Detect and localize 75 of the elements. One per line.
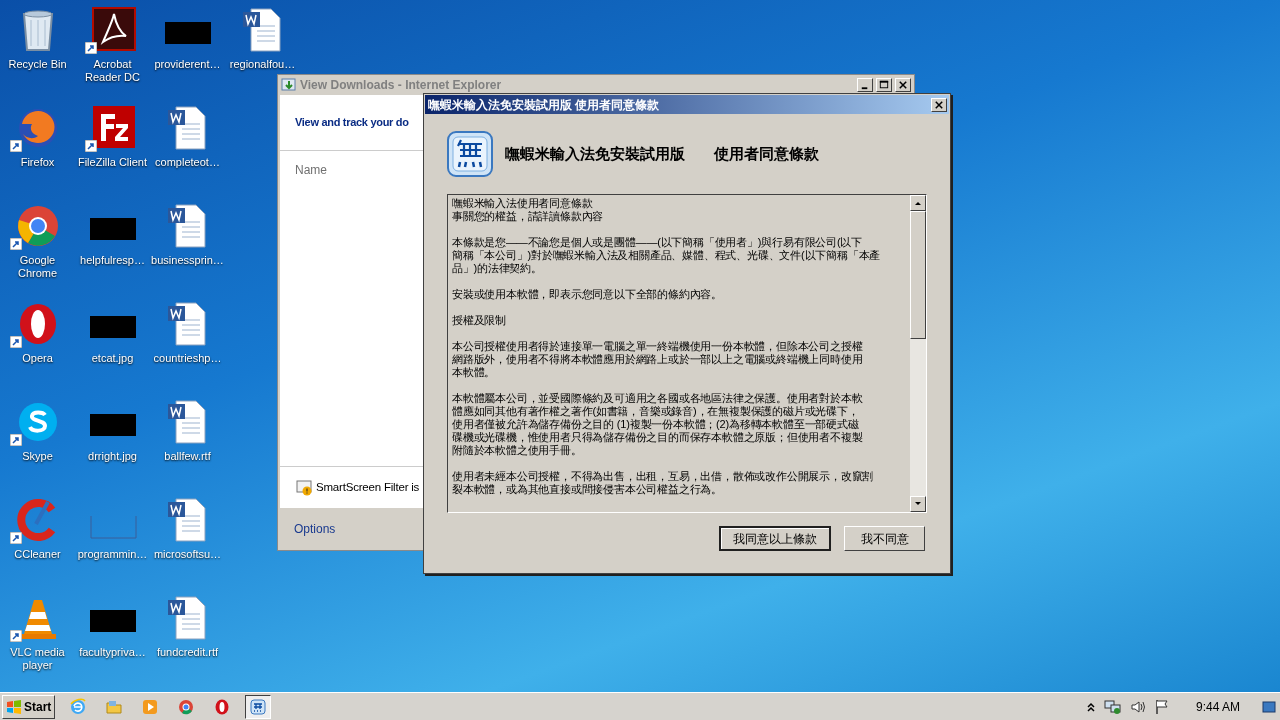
text-line: 網路版外，使用者不得將本軟體應用於網路上或於一部以上之電腦或終端機上同時使用 (452, 353, 864, 366)
text-line: 碟機或光碟機，惟使用者只得為儲存備份之目的而保存本軟體之原版；但使用者不複製 (452, 431, 864, 444)
dialog-heading: 嘸蝦米輸入法免安裝試用版 (505, 143, 685, 164)
icon-label[interactable]: ballfew.rtf (150, 450, 225, 463)
icon-label[interactable]: countrieshp… (150, 352, 225, 365)
dialog-heading: 使用者同意條款 (714, 143, 819, 164)
app-logo-icon (249, 697, 268, 716)
scroll-thumb[interactable] (910, 211, 926, 339)
text-line: 本條款是您——不論您是個人或是團體——(以下簡稱「使用者」)與行易有限公司(以下 (452, 236, 863, 249)
close-icon[interactable] (931, 97, 947, 112)
text-line: 附隨於本軟體之使用手冊。 (452, 444, 583, 457)
page-heading: View and track your do (295, 115, 409, 131)
text-line: 安裝或使用本軟體，即表示您同意以下全部的條約內容。 (452, 288, 723, 301)
icon-label[interactable]: programmin… (75, 548, 150, 561)
text-line: 使用者僅被允許為儲存備份之目的 (1)複製一份本軟體；(2)為移轉本軟體至一部硬式磁 (452, 418, 860, 431)
icon-label[interactable]: Acrobat Reader DC (75, 58, 150, 84)
flag-icon[interactable] (1153, 698, 1170, 715)
column-header: Name (295, 163, 327, 177)
icon-label[interactable]: completeot… (150, 156, 225, 169)
icon-label[interactable]: providerent… (150, 58, 225, 71)
text-line: 本軟體屬本公司，並受國際條約及可適用之各國或各地區法律之保護。使用者對於本軟 (452, 392, 864, 405)
text-line: 事關您的權益，請詳讀條款內容 (452, 210, 605, 223)
scroll-down-icon[interactable] (910, 496, 926, 512)
icon-label[interactable]: helpfulresp… (75, 254, 150, 267)
globe-e-icon (69, 697, 88, 716)
window-title: View Downloads - Internet Explorer (300, 77, 503, 94)
clock: 9:44 AM (1195, 698, 1240, 716)
download-window-icon (281, 77, 297, 93)
options-link[interactable]: Options (294, 520, 336, 538)
text-line: 授權及限制 (452, 314, 507, 327)
speaker-icon[interactable] (1129, 698, 1146, 715)
close-icon[interactable] (895, 78, 911, 92)
chevron-up-icon[interactable] (1085, 700, 1096, 713)
text-line: 簡稱「本公司」)對於嘸蝦米輸入法及相關產品、媒體、程式、光碟、文件(以下簡稱「本產 (452, 249, 882, 262)
shield-warning-icon (296, 479, 313, 496)
show-desktop-icon[interactable] (1262, 699, 1276, 714)
minimize-icon[interactable] (857, 78, 873, 92)
dialog-button[interactable]: 我同意以上條款 (719, 526, 831, 551)
browser-circle-icon (177, 697, 196, 716)
icon-label[interactable]: VLC media player (0, 646, 75, 672)
text-line: 裂本軟體，或為其他直接或間接侵害本公司權益之行為。 (452, 483, 723, 496)
icon-label[interactable]: businessprin… (150, 254, 225, 267)
dialog-button[interactable]: 我不同意 (844, 526, 925, 551)
security-notice: SmartScreen Filter is (316, 479, 420, 495)
icon-label[interactable]: etcat.jpg (75, 352, 150, 365)
dialog-title: 嘸蝦米輸入法免安裝試用版 使用者同意條款 (428, 96, 661, 114)
icon-label[interactable]: Firefox (0, 156, 75, 169)
icon-label[interactable]: facultypriva… (75, 646, 150, 659)
icon-label[interactable]: CCleaner (0, 548, 75, 561)
start-label: Start (24, 698, 52, 716)
start-button[interactable]: Start (2, 694, 56, 719)
icon-label[interactable]: Google Chrome (0, 254, 75, 280)
text-line: 嘸蝦米輸入法使用者同意條款 (452, 197, 594, 210)
text-line: 本公司授權使用者得於連接單一電腦之單一終端機使用一份本軟體，但除本公司之授權 (452, 340, 864, 353)
play-icon (141, 697, 160, 716)
icon-label[interactable]: FileZilla Client (75, 156, 150, 169)
icon-label[interactable]: Opera (0, 352, 75, 365)
icon-label[interactable]: regionalfou… (225, 58, 300, 71)
network-icon[interactable] (1103, 698, 1122, 715)
app-logo-icon (446, 130, 494, 178)
icon-label[interactable]: Recycle Bin (0, 58, 75, 71)
maximize-icon[interactable] (876, 78, 892, 92)
text-line: 使用者未經本公司授權，不得為出售，出租，互易，出借，散佈或改作公開展示，改竄割 (452, 470, 875, 483)
text-line: 體應如同其他有著作權之著作(如書籍，音樂或錄音)，在無複製保護的磁片或光碟下， (452, 405, 860, 418)
icon-label[interactable]: microsoftsu… (150, 548, 225, 561)
text-line: 品」)的法律契約。 (452, 262, 543, 275)
scrollbar[interactable] (910, 195, 926, 512)
text-line: 本軟體。 (452, 366, 497, 379)
icon-label[interactable]: drright.jpg (75, 450, 150, 463)
icon-label[interactable]: Skype (0, 450, 75, 463)
icon-label[interactable]: fundcredit.rtf (150, 646, 225, 659)
taskbar-button[interactable] (245, 694, 272, 719)
scroll-up-icon[interactable] (910, 195, 926, 211)
windows-flag-icon (6, 699, 22, 714)
terms-text-box[interactable] (447, 194, 927, 513)
